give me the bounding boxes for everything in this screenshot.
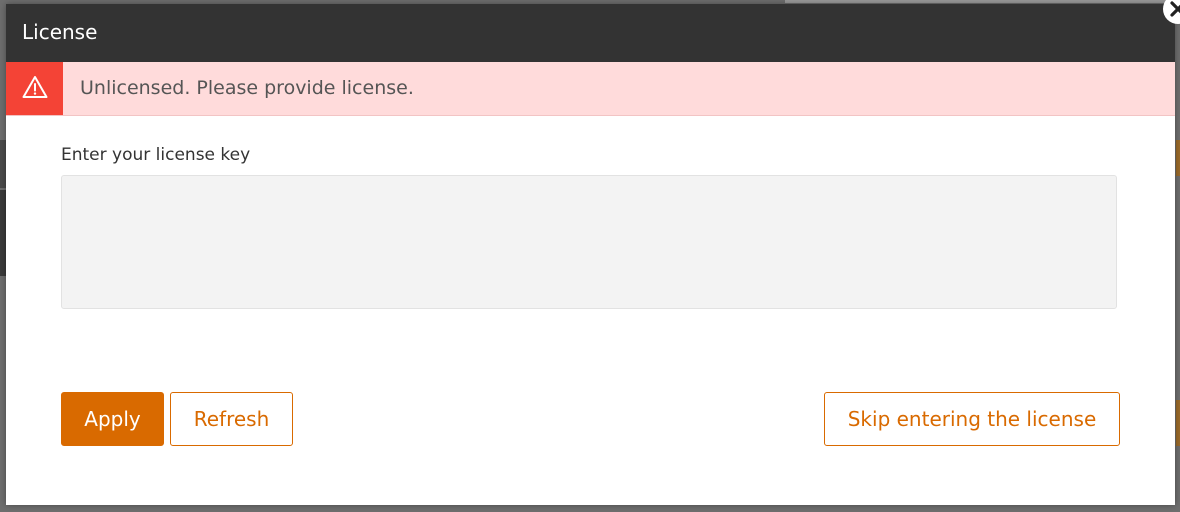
refresh-button[interactable]: Refresh (170, 392, 293, 446)
dialog-header: License (6, 4, 1175, 62)
alert-message: Unlicensed. Please provide license. (80, 77, 414, 99)
license-dialog: License Unlicensed. Please provide licen… (6, 0, 1180, 505)
apply-button[interactable]: Apply (61, 392, 164, 446)
background-panel (1176, 400, 1180, 446)
skip-license-button[interactable]: Skip entering the license (824, 392, 1120, 446)
close-icon (1166, 0, 1180, 21)
warning-icon (22, 75, 48, 103)
license-key-label: Enter your license key (61, 145, 251, 165)
dialog-title: License (22, 20, 98, 44)
background-panel (1176, 140, 1180, 176)
license-alert: Unlicensed. Please provide license. (6, 62, 1175, 116)
alert-icon-container (6, 62, 63, 115)
background-panel (785, 0, 1180, 3)
license-key-input[interactable] (61, 175, 1117, 309)
